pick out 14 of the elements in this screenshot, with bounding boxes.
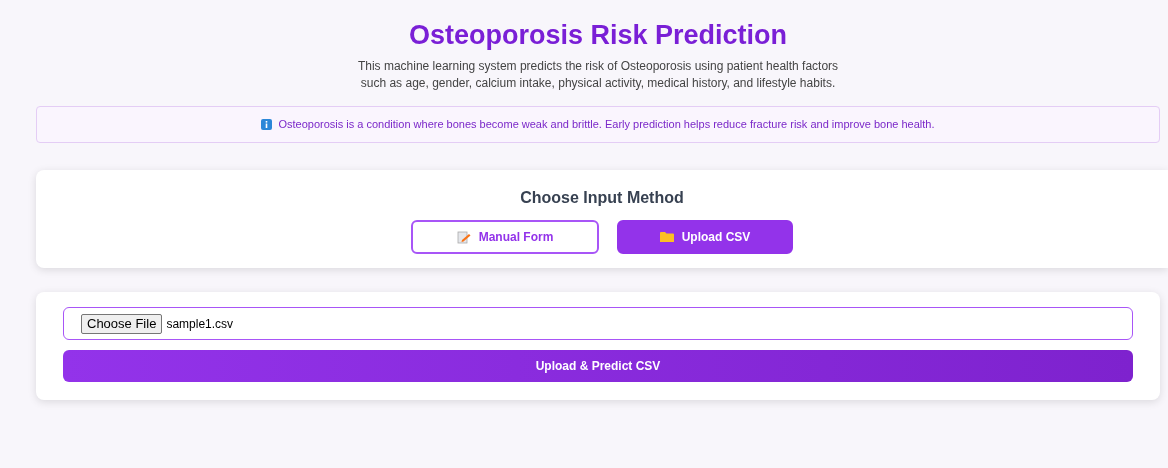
folder-icon <box>659 231 674 243</box>
input-method-tab[interactable]: Upload CSV <box>617 220 793 254</box>
pencil-note-icon <box>456 230 471 244</box>
file-name: sample1.csv <box>166 315 234 333</box>
info-icon <box>261 119 273 130</box>
description-text: This machine learning system predicts the risk of Osteoporosis using patient health factors <box>357 58 839 75</box>
description-text: such as age, gender, calcium intake, physical activity, medical history, and lifestyle habits. <box>360 75 836 92</box>
upload-predict-button[interactable]: Upload & Predict CSV <box>63 350 1133 382</box>
info-text: Osteoporosis is a condition where bones become weak and brittle. Early prediction helps reduce fracture risk and improve bone health. <box>278 117 935 133</box>
choose-file-button[interactable]: Choose File <box>81 313 163 334</box>
file-input-field[interactable]: Choose File sample1.csv <box>63 307 1133 340</box>
page-title: Osteoporosis Risk Prediction <box>407 19 789 52</box>
input-method-tab[interactable]: Manual Form <box>411 220 599 254</box>
section-heading: Choose Input Method <box>520 188 684 208</box>
